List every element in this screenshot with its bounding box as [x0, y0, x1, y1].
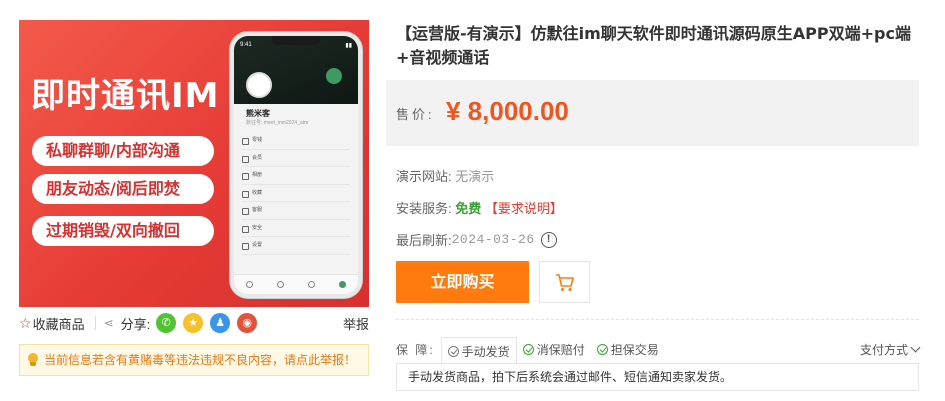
contacts-tab-icon [277, 281, 284, 288]
payment-method-dropdown[interactable]: 支付方式 [859, 341, 921, 358]
me-tab-icon [339, 281, 346, 288]
qzone-icon[interactable]: ★ [183, 313, 204, 333]
price-label: 售价: [396, 107, 435, 122]
cart-icon [556, 274, 574, 291]
guarantee-tag-compensation[interactable]: 消保赔付 [517, 337, 591, 361]
guarantee-tag-label: 手动发货 [461, 344, 510, 359]
phone-tab-bar [234, 274, 358, 294]
info-icon[interactable]: ! [540, 231, 557, 248]
last-updated-row: 最后刷新: 2024-03-26 ! [396, 230, 557, 249]
weibo-icon[interactable]: ◉ [237, 313, 258, 333]
feature-pill: 朋友动态/阅后即焚 [32, 174, 214, 204]
install-service-label: 安装服务: [396, 201, 452, 216]
guarantee-bar: 保 障: 手动发货 消保赔付 担保交易 支付方式 [396, 336, 921, 365]
guarantee-label: 保 障: [396, 342, 435, 357]
profile-name: 熊米客 [246, 109, 270, 118]
demo-site-label: 演示网站: [396, 169, 452, 184]
phone-mockup: 9:41 ▮▮ 熊米客 默往号: meet_mm2024_atm 零钱 会员 相… [230, 32, 362, 298]
phone-menu-item: 安全 [242, 220, 350, 237]
feature-pill: 过期销毁/双向撤回 [32, 216, 214, 246]
last-updated-value: 2024-03-26 [451, 232, 535, 247]
share-icon: ⋖ [103, 316, 114, 330]
feature-pill: 私聊群聊/内部沟通 [32, 136, 214, 166]
payment-method-label: 支付方式 [859, 342, 908, 357]
check-circle-icon [447, 345, 459, 357]
phone-menu-item: 会员 [242, 150, 350, 167]
qq-icon[interactable]: ♟ [210, 313, 231, 333]
product-image: 即时通讯IM 私聊群聊/内部沟通 朋友动态/阅后即焚 过期销毁/双向撤回 9:4… [19, 20, 369, 307]
phone-menu-item: 设置 [242, 237, 350, 255]
guarantee-tag-manual[interactable]: 手动发货 [440, 337, 517, 365]
buy-now-button[interactable]: 立即购买 [396, 261, 529, 303]
phone-status-time: 9:41 [240, 42, 252, 48]
report-link[interactable]: 举报 [343, 314, 369, 333]
phone-menu-item: 相册 [242, 167, 350, 185]
favorite-label: 收藏商品 [32, 316, 85, 332]
install-service-free: 免费 [455, 201, 482, 216]
guarantee-tag-label: 担保交易 [610, 342, 659, 357]
discover-tab-icon [308, 281, 315, 288]
demo-site-value: 无演示 [455, 169, 495, 184]
requirements-link[interactable]: 【要求说明】 [485, 201, 563, 216]
battery-icon: ▮▮ [345, 43, 352, 49]
chat-app-icon [326, 68, 342, 84]
last-updated-label: 最后刷新: [396, 233, 452, 248]
profile-id: 默往号: meet_mm2024_atm [246, 120, 309, 126]
phone-notch [272, 36, 320, 45]
report-warning-banner[interactable]: 当前信息若含有黄赌毒等违法违规不良内容，请点此举报！ [19, 344, 369, 376]
check-circle-icon [522, 343, 534, 355]
guarantee-tag-label: 消保赔付 [536, 342, 585, 357]
share-bar: ☆ 收藏商品 ⋖ 分享: ✆ ★ ♟ ◉ 举报 [19, 313, 369, 333]
phone-menu-item: 客服 [242, 202, 350, 220]
chevron-down-icon [910, 342, 921, 352]
product-title: 【运营版-有演示】仿默往im聊天软件即时通讯源码原生APP双端+pc端+音视频通… [396, 24, 911, 67]
guarantee-tag-escrow[interactable]: 担保交易 [591, 337, 665, 361]
phone-menu-item: 零钱 [242, 132, 350, 150]
guarantee-description: 手动发货商品，拍下后系统会通过邮件、短信通知卖家发货。 [396, 363, 919, 391]
price-panel: 售价: ¥ 8,000.00 [386, 80, 919, 146]
check-circle-icon [596, 343, 608, 355]
avatar [246, 72, 272, 98]
divider [396, 319, 919, 320]
price-value: ¥ 8,000.00 [446, 96, 569, 126]
star-icon: ☆ [19, 314, 32, 331]
share-label: 分享: [120, 316, 151, 332]
lightbulb-icon [27, 353, 39, 367]
add-to-cart-button[interactable] [539, 261, 590, 303]
favorite-button[interactable]: ☆ 收藏商品 [19, 314, 85, 333]
install-service-row: 安装服务: 免费 【要求说明】 [396, 198, 563, 217]
divider [94, 316, 96, 330]
wechat-icon[interactable]: ✆ [156, 313, 177, 333]
phone-menu-item: 收藏 [242, 185, 350, 202]
demo-site-row: 演示网站: 无演示 [396, 166, 494, 185]
hero-headline: 即时通讯IM [31, 76, 220, 116]
chat-tab-icon [246, 281, 253, 288]
phone-menu-list: 零钱 会员 相册 收藏 客服 安全 设置 [242, 132, 350, 255]
warning-text: 当前信息若含有黄赌毒等违法违规不良内容，请点此举报！ [44, 353, 357, 367]
